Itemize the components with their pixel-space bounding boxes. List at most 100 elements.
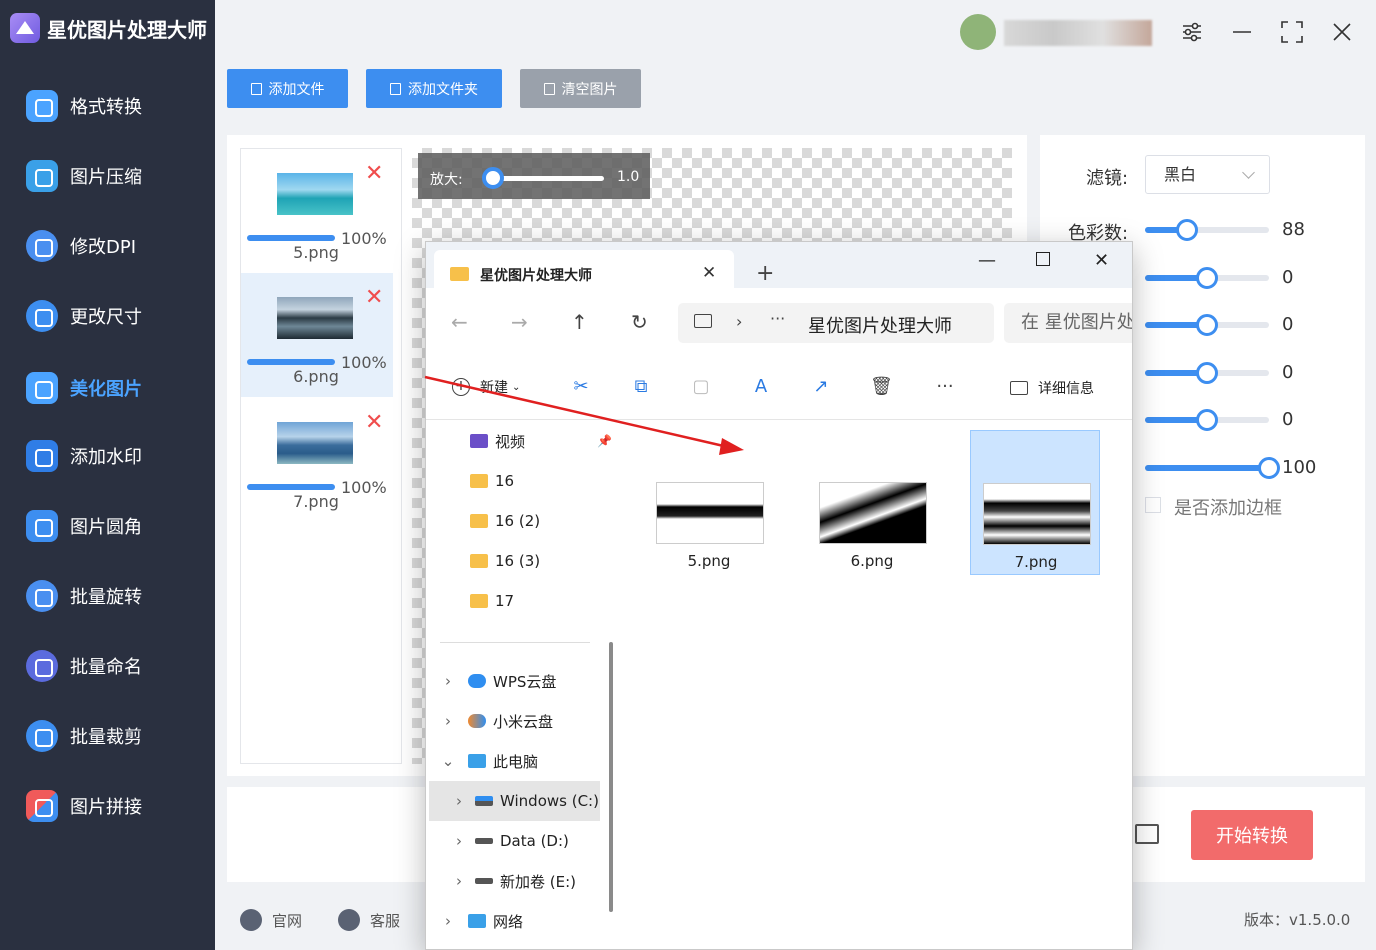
new-button[interactable]: + 新建 ⌄ [452,377,520,397]
slider-handle[interactable] [1196,314,1218,336]
app-logo-icon [10,13,40,43]
pin-icon[interactable]: 📌 [597,434,612,448]
close-tab-icon[interactable]: ✕ [702,263,716,283]
details-button[interactable]: 详细信息 [1010,378,1094,398]
slider-value: 88 [1282,219,1305,240]
tree-item-folder[interactable]: 17 [426,581,616,621]
tree-item-video[interactable]: 视频 📌 [426,421,616,461]
close-icon[interactable] [1326,16,1358,48]
add-file-button[interactable]: 添加文件 [227,69,348,108]
slider-handle[interactable] [1196,409,1218,431]
tree-item-network[interactable]: › 网络 [426,901,616,941]
paste-icon[interactable]: ▢ [690,376,712,398]
tree-scrollbar[interactable] [609,642,613,912]
back-icon[interactable]: ← [451,310,468,334]
sidebar-item-beautify[interactable]: 美化图片 [0,363,215,413]
tree-item-folder[interactable]: 16 [426,461,616,501]
more-path-icon[interactable]: ··· [770,309,785,328]
close-icon[interactable]: ✕ [1094,250,1109,271]
adjust-slider[interactable] [1145,457,1280,479]
file-item[interactable]: 6.png [807,430,937,575]
share-icon[interactable]: ↗ [810,376,832,398]
thumbnail-item[interactable]: ✕ 100% 7.png [241,398,393,522]
sidebar-item-puzzle[interactable]: 图片拼接 [0,781,215,831]
sidebar-item-watermark[interactable]: 添加水印 [0,431,215,481]
rename-icon[interactable]: A [750,376,772,398]
slider-handle[interactable] [1196,362,1218,384]
file-item[interactable]: 5.png [644,430,774,575]
tree-item-folder[interactable]: 16 (2) [426,501,616,541]
adjust-slider[interactable] [1145,267,1269,289]
zoom-slider-handle[interactable] [482,167,504,189]
cut-icon[interactable]: ✂ [570,376,592,398]
chevron-right-icon[interactable]: › [438,712,458,730]
add-folder-button[interactable]: 添加文件夹 [366,69,502,108]
thumbnail-item[interactable]: ✕ 100% 5.png [241,149,393,273]
support-label: 客服 [370,911,401,930]
sidebar-item-rotate[interactable]: 批量旋转 [0,571,215,621]
chevron-right-icon[interactable]: › [438,912,458,930]
maximize-icon[interactable] [1036,252,1050,266]
chevron-right-icon[interactable]: › [449,832,469,850]
folder-icon [450,267,469,281]
settings-icon[interactable] [1176,16,1208,48]
avatar[interactable] [960,14,996,50]
computer-icon [694,314,712,328]
chevron-right-icon[interactable]: › [449,792,469,810]
tree-item-drive-d[interactable]: › Data (D:) [426,821,616,861]
sidebar-item-image-compress[interactable]: 图片压缩 [0,151,215,201]
slider-handle[interactable] [1176,219,1198,241]
tree-item-this-pc[interactable]: ⌄ 此电脑 [426,741,616,781]
sidebar-item-round-corner[interactable]: 图片圆角 [0,501,215,551]
clear-images-button[interactable]: 清空图片 [520,69,641,108]
minimize-icon[interactable] [1226,16,1258,48]
sidebar-item-label: 图片圆角 [70,517,142,538]
folder-icon [470,554,488,568]
chevron-down-icon[interactable]: ⌄ [438,752,458,770]
delete-icon[interactable]: ✕ [365,410,383,435]
delete-icon[interactable]: 🗑 [870,376,893,398]
slider-handle[interactable] [1196,267,1218,289]
sidebar-item-crop[interactable]: 批量裁剪 [0,711,215,761]
chevron-right-icon[interactable]: › [438,672,458,690]
chevron-right-icon[interactable]: › [736,312,742,331]
image-compress-icon [26,160,58,192]
adjust-slider[interactable] [1145,314,1269,336]
tree-item-wps-cloud[interactable]: › WPS云盘 [426,661,616,701]
thumbnail-item[interactable]: ✕ 100% 6.png [241,273,393,397]
sidebar-item-resize[interactable]: 更改尺寸 [0,291,215,341]
new-tab-icon[interactable]: + [756,261,774,286]
tree-item-drive-c[interactable]: › Windows (C:) [429,781,600,821]
up-icon[interactable]: ↑ [571,310,588,334]
start-convert-button[interactable]: 开始转换 [1191,810,1313,860]
slider-value: 0 [1282,362,1294,383]
color-count-slider[interactable] [1145,219,1269,241]
open-folder-icon[interactable] [1135,824,1159,844]
minimize-icon[interactable]: — [978,250,996,271]
search-input[interactable]: 在 星优图片处 [1004,303,1132,343]
chevron-right-icon[interactable]: › [449,872,469,890]
sidebar-item-format-convert[interactable]: 格式转换 [0,81,215,131]
support-link[interactable]: 客服 [338,909,400,931]
add-border-checkbox[interactable] [1145,497,1161,513]
copy-icon[interactable]: ⧉ [630,376,652,398]
filter-select[interactable]: 黑白 [1145,155,1270,194]
delete-icon[interactable]: ✕ [365,285,383,310]
sidebar-item-dpi[interactable]: 修改DPI [0,221,215,271]
slider-handle[interactable] [1258,457,1280,479]
maximize-icon[interactable] [1276,16,1308,48]
file-item[interactable]: 7.png [970,430,1100,575]
refresh-icon[interactable]: ↻ [631,310,648,334]
sidebar-item-rename[interactable]: 批量命名 [0,641,215,691]
adjust-slider[interactable] [1145,362,1269,384]
more-options-icon[interactable]: ··· [934,376,956,398]
delete-icon[interactable]: ✕ [365,161,383,186]
website-label: 官网 [272,911,303,930]
tree-item-drive-e[interactable]: › 新加卷 (E:) [426,861,616,901]
adjust-slider[interactable] [1145,409,1269,431]
thumbnail-image [277,297,353,339]
website-link[interactable]: 官网 [240,909,302,931]
forward-icon[interactable]: → [511,310,528,334]
tree-item-mi-cloud[interactable]: › 小米云盘 [426,701,616,741]
tree-item-folder[interactable]: 16 (3) [426,541,616,581]
